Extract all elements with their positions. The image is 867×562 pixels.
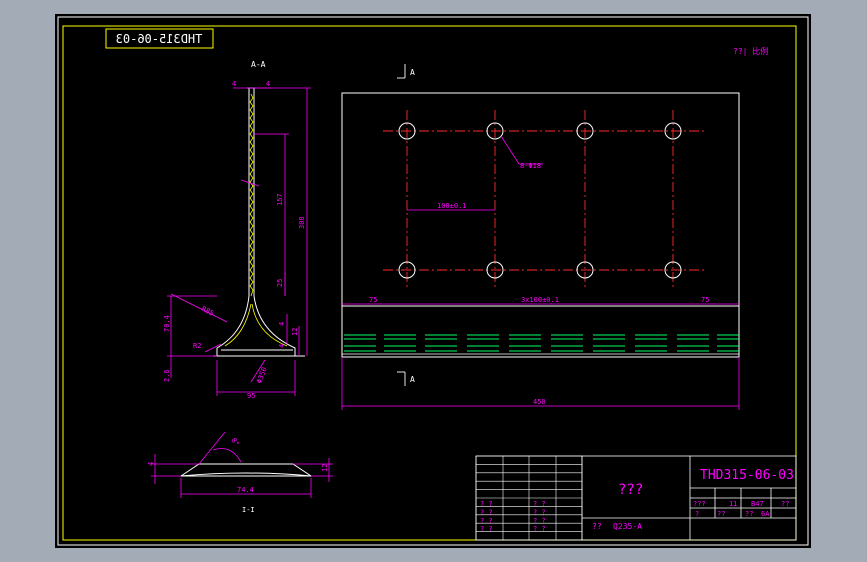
title-small-cell: 6A — [761, 510, 770, 518]
table-cell: ? ? — [480, 500, 493, 508]
dim-edge-left: 75 — [369, 296, 377, 304]
cad-drawing: THD315-06-03 ??| 比例 A-A 4 4 308 157 25 4… — [57, 16, 809, 546]
dim-edge-right: 75 — [701, 296, 709, 304]
detail-height-right: 12 — [321, 464, 329, 472]
title-cell: ??? — [618, 482, 643, 498]
title-small-cell: ?? — [745, 510, 753, 518]
title-small-cell: B47 — [751, 500, 764, 508]
dim-width: 95 — [247, 392, 255, 400]
table-cell: ? ? — [533, 517, 546, 525]
parts-table: ? ?? ?? ?? ?? ?? ?? ?? ? — [475, 455, 583, 541]
corner-note: ??| 比例 — [733, 46, 768, 56]
table-cell: ? ? — [533, 508, 546, 516]
dim-left-small: 2.6 — [163, 369, 171, 382]
dim-base-small: 4 — [278, 344, 286, 348]
dim-left-height: 70.4 — [163, 315, 171, 332]
drawing-sheet: THD315-06-03 ??| 比例 A-A 4 4 308 157 25 4… — [55, 14, 811, 548]
plan-view: A A 8-Φ18 100±0.1 75 3x100±0.1 75 450 — [341, 64, 740, 410]
dim-total: 450 — [533, 398, 546, 406]
dim-top-left: 4 — [232, 80, 236, 88]
dim-height-low: 25 — [276, 279, 284, 287]
table-cell: ? ? — [533, 525, 546, 533]
hole-pattern — [398, 122, 682, 279]
outer-border — [57, 16, 809, 546]
material: Q235-A — [613, 522, 642, 531]
plate-outline — [341, 92, 740, 358]
detail-length: 74.4 — [237, 486, 254, 494]
dim-spacing: 100±0.1 — [437, 202, 467, 210]
dim-radius: R85 — [200, 305, 215, 318]
title-small-cell: 1 — [733, 500, 737, 508]
detail-height-left: 4 — [147, 462, 155, 466]
drawing-number: THD315-06-03 — [700, 468, 794, 483]
title-small-cell: ?? — [781, 500, 789, 508]
table-cell: ? ? — [480, 517, 493, 525]
table-cell: ? ? — [480, 508, 493, 516]
detail-label: I-I — [242, 506, 255, 514]
dim-left-r: R2 — [193, 342, 201, 350]
table-cell: ? ? — [533, 500, 546, 508]
dim-web: 4 — [278, 322, 286, 326]
section-label: A-A — [251, 60, 266, 69]
dim-height-mid: 157 — [276, 193, 284, 206]
title-small-cell: ? — [695, 510, 699, 518]
hidden-lines — [342, 334, 739, 355]
section-view: A-A 4 4 308 157 25 4 12 4 R85 70.4 2.6 R… — [163, 60, 311, 400]
title-small-cell: ?? — [717, 510, 725, 518]
dim-top-right: 4 — [266, 80, 270, 88]
section-mark-top: A — [410, 68, 415, 77]
dim-height-total: 308 — [298, 216, 306, 229]
material-label: ?? — [592, 522, 602, 531]
detail-view: 74.4 4 12 8° I-I — [147, 431, 333, 514]
drawing-number-mirrored: THD315-06-03 — [116, 32, 203, 46]
dim-pitch: 3x100±0.1 — [521, 296, 559, 304]
hole-label: 8-Φ18 — [520, 162, 541, 170]
section-mark-bottom: A — [410, 375, 415, 384]
table-cell: ? ? — [480, 525, 493, 533]
dim-dia: Φ350 — [255, 366, 268, 385]
inner-border — [62, 25, 797, 541]
detail-angle: 8° — [229, 437, 240, 449]
title-small-cell: ??? — [693, 500, 706, 508]
dim-base-thk: 12 — [291, 328, 299, 336]
